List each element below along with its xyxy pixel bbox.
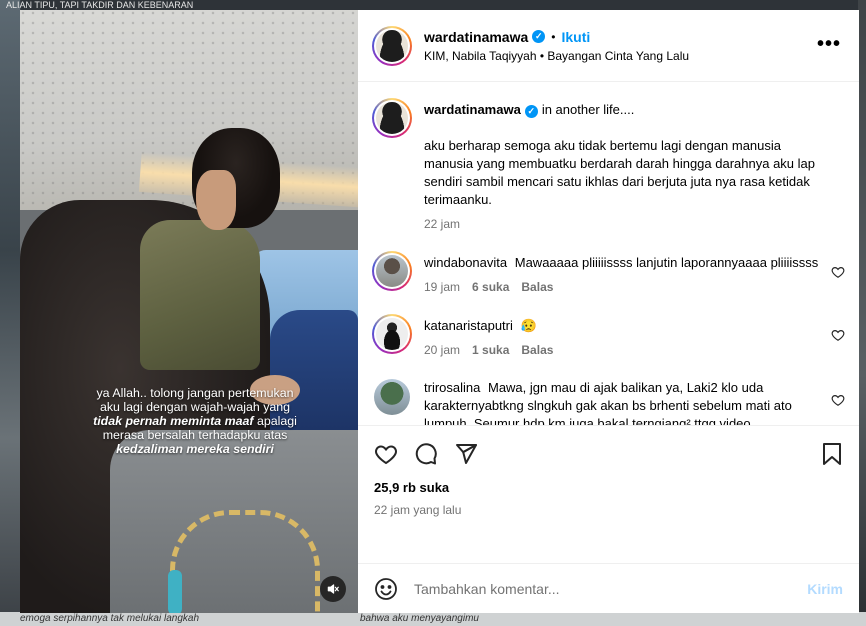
share-paper-plane-icon[interactable] [454,442,478,466]
comment-item: windabonavita Mawaaaaa pliiiiissss lanju… [372,251,845,294]
reply-button[interactable]: Balas [521,343,553,357]
background-bottom-text-right: bahwa aku menyayangimu [360,613,479,624]
post-media[interactable]: ya Allah.. tolong jangan pertemukan aku … [20,10,358,613]
background-top-text: ALIAN TIPU, TAPI TAKDIR DAN KEBENARAN [6,0,194,10]
speaker-muted-icon [327,584,339,594]
caption-time[interactable]: 22 jam [424,217,460,231]
comment-item: katanaristaputri 😥 20 jam 1 suka Balas [372,314,845,357]
caption-first-line: in another life.... [541,102,635,117]
like-heart-icon[interactable] [374,442,398,466]
heart-icon[interactable] [831,393,845,407]
post-header: wardatinamawa ✓ • Ikuti KIM, Nabila Taqi… [358,10,859,82]
heart-icon[interactable] [831,328,845,342]
comment-item: trirosalina Mawa, jgn mau di ajak balika… [372,379,845,425]
commenter-avatar[interactable] [374,379,410,415]
caption-paragraph: aku berharap semoga aku tidak bertemu la… [424,138,815,207]
comment-username[interactable]: windabonavita [424,255,507,270]
comment-username[interactable]: katanaristaputri [424,318,513,333]
comment-time[interactable]: 19 jam [424,280,460,294]
commenter-avatar[interactable] [372,251,412,291]
audio-info[interactable]: KIM, Nabila Taqiyyah • Bayangan Cinta Ya… [424,49,689,63]
media-child-face [196,170,236,230]
comment-text: 😥 [520,318,537,333]
post-comment-button[interactable]: Kirim [807,581,843,597]
author-username[interactable]: wardatinamawa [424,29,528,45]
media-rope [170,510,320,613]
comment-time[interactable]: 20 jam [424,343,460,357]
comments-list[interactable]: wardatinamawa ✓ in another life.... aku be… [358,82,859,425]
add-comment-bar: Kirim [358,563,859,613]
more-options-button[interactable]: ••• [817,34,841,54]
comment-input[interactable] [414,580,808,597]
author-avatar[interactable] [372,25,412,66]
post-time[interactable]: 22 jam yang lalu [374,503,843,517]
header-text: wardatinamawa ✓ • Ikuti KIM, Nabila Taqi… [424,29,689,63]
video-caption: ya Allah.. tolong jangan pertemukan aku … [93,386,297,456]
reply-button[interactable]: Balas [521,280,553,294]
background-feed-left [0,0,20,626]
comment-text: Mawaaaaa pliiiiissss lanjutin laporannya… [514,255,819,270]
likes-count[interactable]: 25,9 rb suka [374,480,843,495]
heart-icon[interactable] [831,265,845,279]
comment-likes[interactable]: 6 suka [472,280,509,294]
post-caption: wardatinamawa ✓ in another life.... aku be… [372,98,845,231]
background-feed-right [858,0,866,626]
caption-username[interactable]: wardatinamawa [424,102,521,117]
comment-username[interactable]: trirosalina [424,380,480,395]
commenter-avatar[interactable] [372,314,412,354]
post-modal: ya Allah.. tolong jangan pertemukan aku … [20,10,859,613]
post-actions: 25,9 rb suka 22 jam yang lalu [358,425,859,563]
media-child-jacket [140,220,260,370]
mute-button[interactable] [320,576,346,602]
post-panel: wardatinamawa ✓ • Ikuti KIM, Nabila Taqi… [358,10,859,613]
comment-likes[interactable]: 1 suka [472,343,509,357]
media-rope-clip [168,570,182,613]
verified-icon: ✓ [524,104,538,118]
follow-button[interactable]: Ikuti [561,29,590,45]
comment-bubble-icon[interactable] [414,442,438,466]
background-bottom-text-left: emoga serpihannya tak melukai langkah [20,613,199,624]
bookmark-icon[interactable] [821,442,843,466]
verified-icon: ✓ [532,30,546,43]
caption-avatar[interactable] [372,98,412,138]
separator-dot: • [551,29,556,44]
emoji-icon[interactable] [374,577,398,601]
